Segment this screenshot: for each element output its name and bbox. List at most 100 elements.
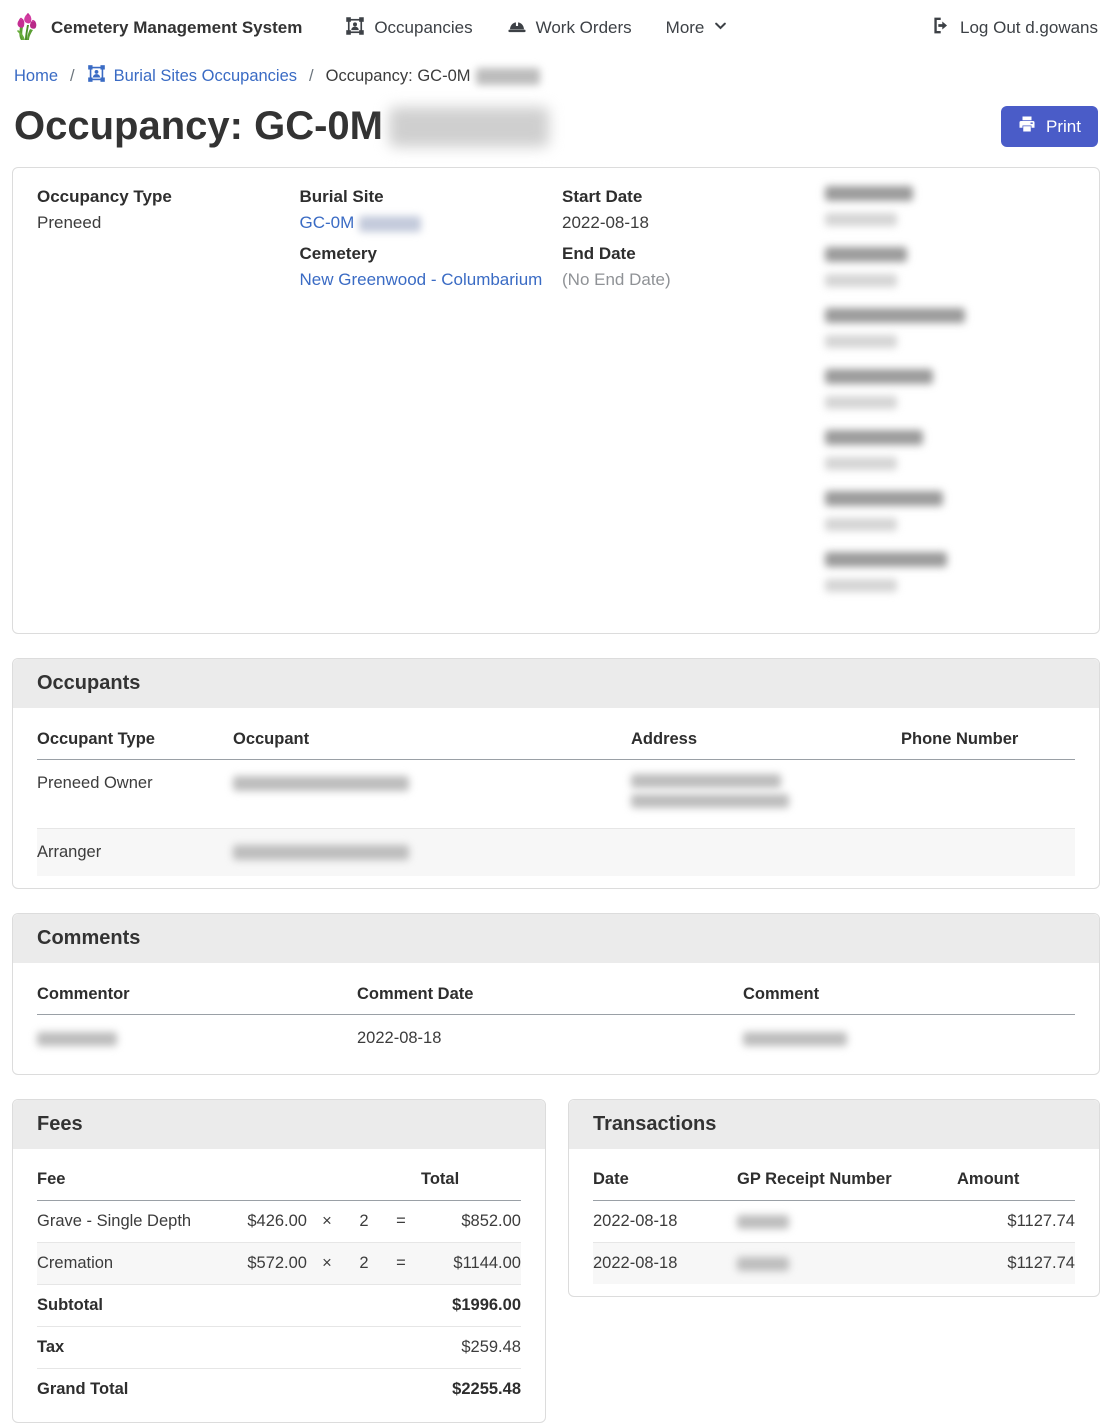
cemetery-value: New Greenwood - Columbarium: [300, 269, 551, 291]
tax-value: $259.48: [421, 1327, 521, 1369]
cemetery-link[interactable]: New Greenwood - Columbarium: [300, 270, 543, 289]
printer-icon: [1018, 115, 1036, 138]
subtotal-label: Subtotal: [37, 1285, 421, 1327]
fee-qty-cell: 2: [347, 1201, 381, 1243]
brand[interactable]: Cemetery Management System: [14, 11, 302, 46]
redacted-text: [37, 1032, 117, 1046]
details-column-3: Start Date 2022-08-18 End Date (No End D…: [562, 186, 813, 613]
commentor-cell: [37, 1015, 357, 1063]
amount-cell: $1127.74: [957, 1243, 1075, 1285]
redacted-field: [825, 491, 1076, 534]
occupant-type-cell: Arranger: [37, 829, 233, 877]
column-header: Commentor: [37, 973, 357, 1015]
redacted-text: [825, 274, 897, 287]
burial-site-link[interactable]: GC-0M: [300, 213, 355, 232]
column-header: Phone Number: [901, 718, 1075, 760]
brand-title: Cemetery Management System: [51, 18, 302, 38]
occupancy-type-field: Occupancy Type Preneed: [37, 186, 288, 234]
multiply-symbol: ×: [307, 1243, 347, 1285]
nav-item-more[interactable]: More: [649, 18, 746, 38]
table-row: 2022-08-18 $1127.74: [593, 1201, 1075, 1243]
redacted-text: [825, 430, 923, 445]
redacted-text: [825, 518, 897, 531]
cemetery-label: Cemetery: [300, 243, 551, 265]
grand-total-value: $2255.48: [421, 1369, 521, 1411]
table-row: Preneed Owner: [37, 760, 1075, 829]
column-header: Comment: [743, 973, 1075, 1015]
column-header: Occupant: [233, 718, 631, 760]
details-column-1: Occupancy Type Preneed: [37, 186, 288, 613]
redacted-field: [825, 186, 1076, 229]
redacted-field: [825, 430, 1076, 473]
transaction-date-cell: 2022-08-18: [593, 1243, 737, 1285]
burial-site-label: Burial Site: [300, 186, 551, 208]
logout-link[interactable]: Log Out d.gowans: [932, 16, 1098, 40]
fee-total-cell: $1144.00: [421, 1243, 521, 1285]
print-button[interactable]: Print: [1001, 106, 1098, 147]
page-title-text: Occupancy: GC-0M: [14, 104, 383, 149]
redacted-text: [825, 308, 965, 323]
fees-table: Fee Total Grave - Single Depth $426.00 ×…: [37, 1159, 521, 1410]
table-row: Grave - Single Depth $426.00 × 2 = $852.…: [37, 1201, 521, 1243]
end-date-field: End Date (No End Date): [562, 243, 813, 291]
redacted-text: [825, 247, 907, 262]
grand-total-row: Grand Total $2255.48: [37, 1369, 521, 1411]
table-row: Arranger: [37, 829, 1075, 877]
details-column-4-redacted: [825, 186, 1076, 613]
redacted-text: [825, 396, 897, 409]
receipt-number-cell: [737, 1201, 957, 1243]
fees-section-title: Fees: [13, 1100, 545, 1149]
address-cell: [631, 760, 901, 829]
table-row: Cremation $572.00 × 2 = $1144.00: [37, 1243, 521, 1285]
transactions-table: Date GP Receipt Number Amount 2022-08-18…: [593, 1159, 1075, 1284]
start-date-label: Start Date: [562, 186, 813, 208]
redacted-text: [737, 1215, 789, 1229]
comments-section-title: Comments: [13, 914, 1099, 963]
redacted-field: [825, 308, 1076, 351]
redacted-field: [825, 247, 1076, 290]
phone-cell: [901, 760, 1075, 829]
nav-item-occupancies[interactable]: Occupancies: [328, 16, 489, 41]
nav-item-label: Work Orders: [536, 18, 632, 38]
receipt-number-cell: [737, 1243, 957, 1285]
redacted-text: [359, 216, 421, 232]
multiply-symbol: ×: [307, 1201, 347, 1243]
redacted-text: [389, 107, 549, 147]
table-row: 2022-08-18: [37, 1015, 1075, 1063]
end-date-value: (No End Date): [562, 269, 813, 291]
equals-symbol: =: [381, 1201, 421, 1243]
redacted-field: [825, 552, 1076, 595]
nav-item-work-orders[interactable]: Work Orders: [490, 17, 649, 40]
redacted-text: [825, 491, 943, 506]
burial-site-value: GC-0M: [300, 212, 551, 234]
redacted-text: [825, 552, 947, 567]
phone-cell: [901, 829, 1075, 877]
breadcrumb-occupancies-link[interactable]: Burial Sites Occupancies: [87, 64, 297, 88]
column-header: Address: [631, 718, 901, 760]
breadcrumb-link-label: Burial Sites Occupancies: [114, 67, 297, 86]
breadcrumb-current-label: Occupancy: GC-0M: [326, 67, 471, 86]
table-header-row: Occupant Type Occupant Address Phone Num…: [37, 718, 1075, 760]
transactions-card: Transactions Date GP Receipt Number Amou…: [568, 1099, 1100, 1297]
column-header: GP Receipt Number: [737, 1159, 957, 1201]
breadcrumb-current: Occupancy: GC-0M: [326, 67, 540, 86]
redacted-text: [631, 794, 789, 808]
breadcrumb-home-link[interactable]: Home: [14, 67, 58, 86]
start-date-field: Start Date 2022-08-18: [562, 186, 813, 234]
tax-label: Tax: [37, 1327, 421, 1369]
transactions-section-title: Transactions: [569, 1100, 1099, 1149]
burial-plot-icon: [345, 16, 365, 41]
amount-cell: $1127.74: [957, 1201, 1075, 1243]
column-header: Amount: [957, 1159, 1075, 1201]
grand-total-label: Grand Total: [37, 1369, 421, 1411]
occupant-cell: [233, 760, 631, 829]
redacted-text: [825, 186, 913, 201]
fees-card: Fees Fee Total Grave - Single Depth $426…: [12, 1099, 546, 1423]
occupancy-type-label: Occupancy Type: [37, 186, 288, 208]
redacted-text: [825, 579, 897, 592]
fee-price-cell: $572.00: [221, 1243, 307, 1285]
redacted-text: [825, 369, 933, 384]
redacted-text: [825, 335, 897, 348]
page-title: Occupancy: GC-0M: [14, 104, 549, 149]
top-navbar: Cemetery Management System Occupancies W…: [0, 0, 1112, 56]
